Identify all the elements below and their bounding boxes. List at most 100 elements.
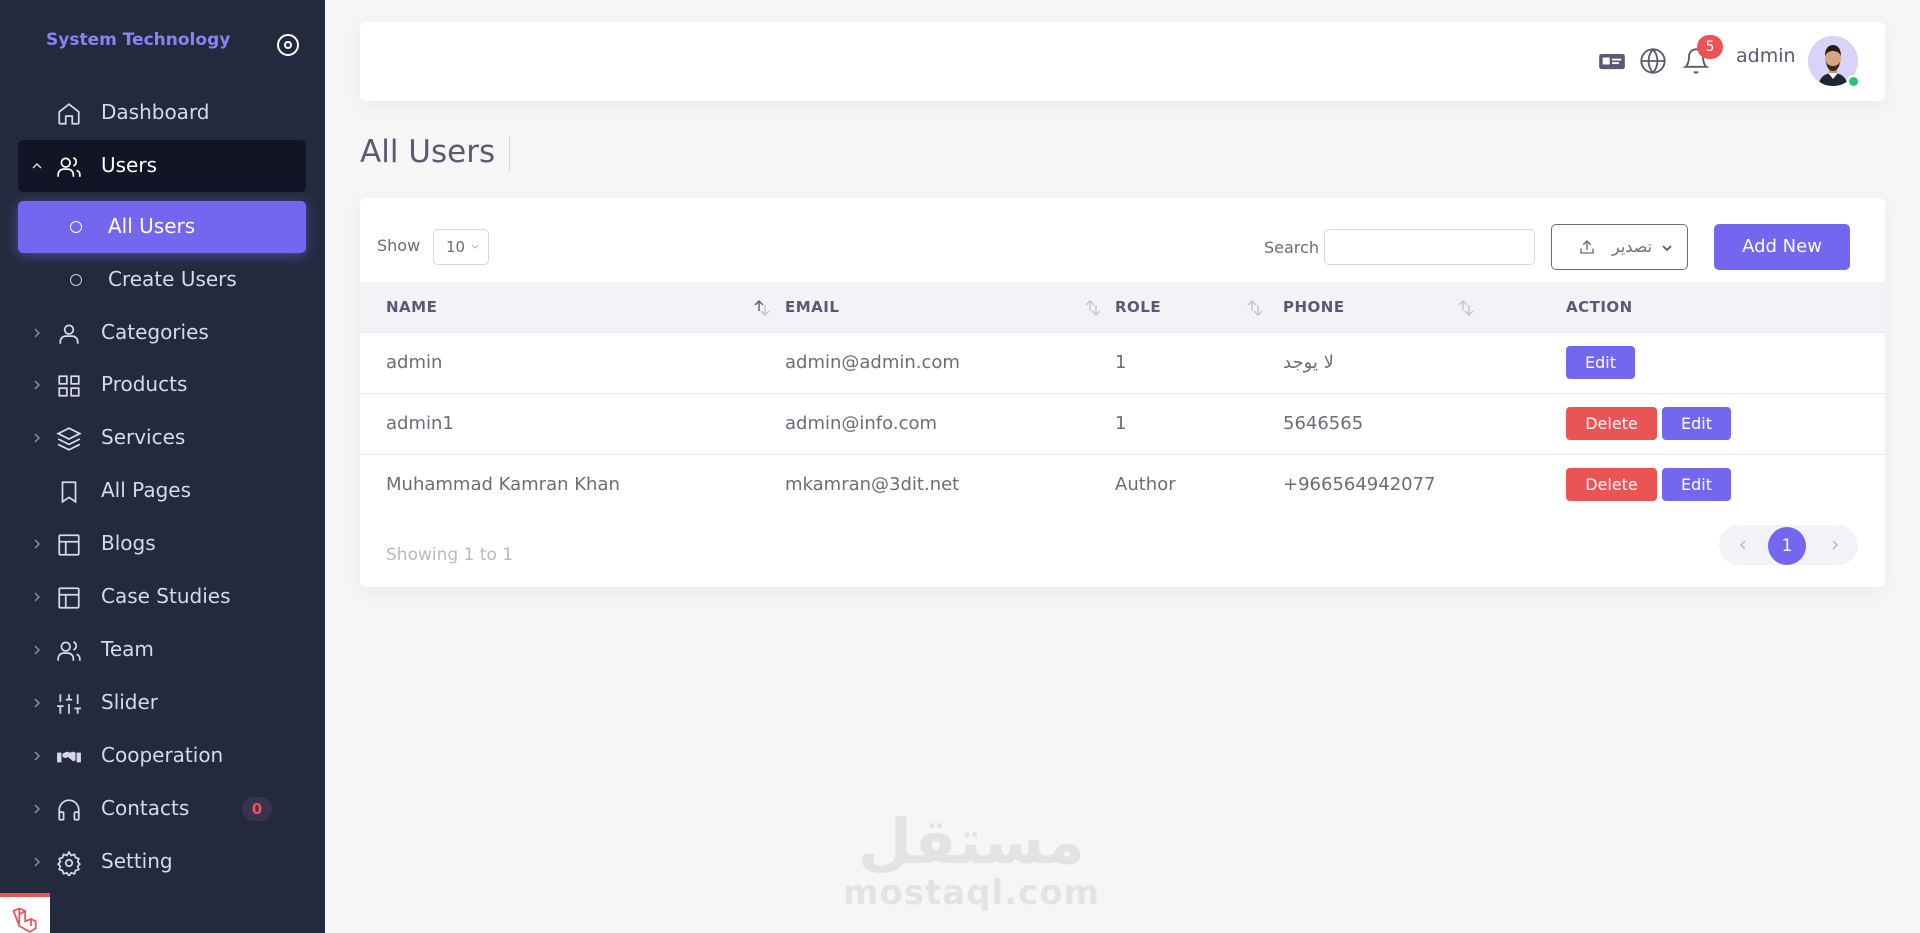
cell-phone: لا يوجد <box>1283 352 1334 373</box>
home-icon <box>58 103 80 125</box>
sidebar-item-products[interactable]: Products <box>18 359 306 411</box>
sidebar-item-services[interactable]: Services <box>18 412 306 464</box>
pagination: 1 <box>1719 525 1858 565</box>
handshake-icon <box>57 751 81 763</box>
sidebar-item-create-users[interactable]: Create Users <box>18 254 306 306</box>
user-name[interactable]: admin <box>1736 45 1796 67</box>
page-size-value: 10 <box>446 238 466 256</box>
chevron-down-icon <box>1662 245 1672 252</box>
sidebar-item-case-studies[interactable]: Case Studies <box>18 571 306 623</box>
sidebar-item-label: Slider <box>101 690 159 714</box>
sidebar: System Technology Dashboard Users All Us… <box>0 0 325 933</box>
cell-role: Author <box>1115 474 1176 496</box>
delete-button[interactable]: Delete <box>1566 468 1657 502</box>
sidebar-item-blogs[interactable]: Blogs <box>18 518 306 570</box>
grid-icon <box>58 375 80 397</box>
table-row: admin1 admin@info.com 1 5646565 Delete Ed… <box>360 393 1885 454</box>
sidebar-item-contacts[interactable]: Contacts 0 <box>18 783 306 835</box>
cell-actions: Edit <box>1566 332 1885 393</box>
sidebar-item-label: Cooperation <box>101 743 224 767</box>
laravel-logo-icon <box>12 907 37 933</box>
top-navbar: 5 admin <box>360 22 1885 101</box>
globe-icon[interactable] <box>1639 47 1667 75</box>
edit-button[interactable]: Edit <box>1662 407 1731 440</box>
layout-icon <box>58 587 80 609</box>
sidebar-item-label: Team <box>101 637 154 661</box>
add-new-button[interactable]: Add New <box>1714 224 1850 270</box>
cell-phone: 5646565 <box>1283 413 1364 434</box>
watermark-latin: mostaql.com <box>843 873 1101 913</box>
table-header-row: NAME EMAIL ROLE PHONE ACTION <box>360 282 1885 332</box>
sidebar-item-setting[interactable]: Setting <box>18 836 306 888</box>
cell-email: admin@admin.com <box>785 352 960 373</box>
table-row: admin admin@admin.com 1 لا يوجد Edit <box>360 332 1885 393</box>
chevron-right-icon <box>34 804 41 814</box>
online-status-dot <box>1847 75 1860 88</box>
watermark-arabic: مستقل <box>858 805 1085 878</box>
page-number-current[interactable]: 1 <box>1768 527 1806 565</box>
page-size-select[interactable]: 10 <box>433 229 489 265</box>
column-header-name[interactable]: NAME <box>360 282 785 332</box>
user-icon <box>59 324 79 344</box>
edit-button[interactable]: Edit <box>1662 468 1731 502</box>
contacts-count-badge: 0 <box>242 797 272 821</box>
export-label: تصدير <box>1612 237 1653 256</box>
page-title: All Users <box>360 134 496 170</box>
laravel-debug-tab[interactable] <box>0 893 50 933</box>
cell-email: mkamran@3dit.net <box>785 474 960 496</box>
sidebar-item-users[interactable]: Users <box>18 140 306 192</box>
column-header-role[interactable]: ROLE <box>1115 282 1283 332</box>
show-label: Show <box>377 236 421 255</box>
sidebar-item-label: Users <box>101 153 158 177</box>
circle-icon <box>70 221 82 233</box>
users-table: NAME EMAIL ROLE PHONE ACTION admin admin… <box>360 282 1885 515</box>
delete-button[interactable]: Delete <box>1566 407 1657 440</box>
search-label: Search <box>1264 238 1319 257</box>
column-header-email[interactable]: EMAIL <box>785 282 1115 332</box>
sort-icon <box>1458 300 1474 316</box>
chevron-right-icon <box>34 645 41 655</box>
sidebar-item-label: Categories <box>101 320 209 344</box>
users-icon <box>57 156 81 177</box>
showing-entries-text: Showing 1 to 1 <box>386 545 514 565</box>
chevron-right-icon <box>34 698 41 708</box>
chevron-right-icon <box>34 592 41 602</box>
search-input[interactable] <box>1324 229 1535 265</box>
layers-icon <box>56 427 82 451</box>
sidebar-item-label: Contacts <box>101 796 190 820</box>
users-icon <box>57 640 81 661</box>
upload-icon <box>1580 240 1594 254</box>
sidebar-item-cooperation[interactable]: Cooperation <box>18 730 306 782</box>
sidebar-item-label: Case Studies <box>101 584 231 608</box>
cell-name: Muhammad Kamran Khan <box>386 474 620 496</box>
sidebar-item-categories[interactable]: Categories <box>18 307 306 359</box>
chevron-down-icon <box>471 244 479 249</box>
chevron-right-icon[interactable] <box>1828 538 1842 552</box>
sidebar-item-slider[interactable]: Slider <box>18 677 306 729</box>
brand-name[interactable]: System Technology <box>46 30 230 50</box>
sidebar-item-all-pages[interactable]: All Pages <box>18 465 306 517</box>
cell-name: admin1 <box>386 413 454 434</box>
id-card-icon[interactable] <box>1598 47 1626 75</box>
export-button[interactable]: تصدير <box>1551 224 1688 270</box>
sidebar-item-label: Create Users <box>108 267 237 291</box>
sliders-icon <box>57 694 81 714</box>
table-row: Muhammad Kamran Khan mkamran@3dit.net Au… <box>360 454 1885 515</box>
sidebar-item-dashboard[interactable]: Dashboard <box>18 87 306 139</box>
sidebar-toggle-icon[interactable] <box>276 33 300 57</box>
sort-icon <box>1247 300 1263 316</box>
cell-phone: +966564942077 <box>1283 474 1436 496</box>
sidebar-item-label: All Users <box>108 214 196 238</box>
sidebar-item-team[interactable]: Team <box>18 624 306 676</box>
column-header-phone[interactable]: PHONE <box>1283 282 1566 332</box>
sort-icon <box>754 300 770 316</box>
chevron-right-icon <box>34 433 41 443</box>
edit-button[interactable]: Edit <box>1566 346 1635 379</box>
sidebar-item-label: All Pages <box>101 478 191 502</box>
gear-icon <box>56 850 82 876</box>
chevron-right-icon <box>34 857 41 867</box>
sort-icon <box>1085 300 1101 316</box>
watermark: مستقل mostaql.com <box>843 805 1101 913</box>
sidebar-item-all-users[interactable]: All Users <box>18 201 306 253</box>
chevron-left-icon[interactable] <box>1736 538 1750 552</box>
